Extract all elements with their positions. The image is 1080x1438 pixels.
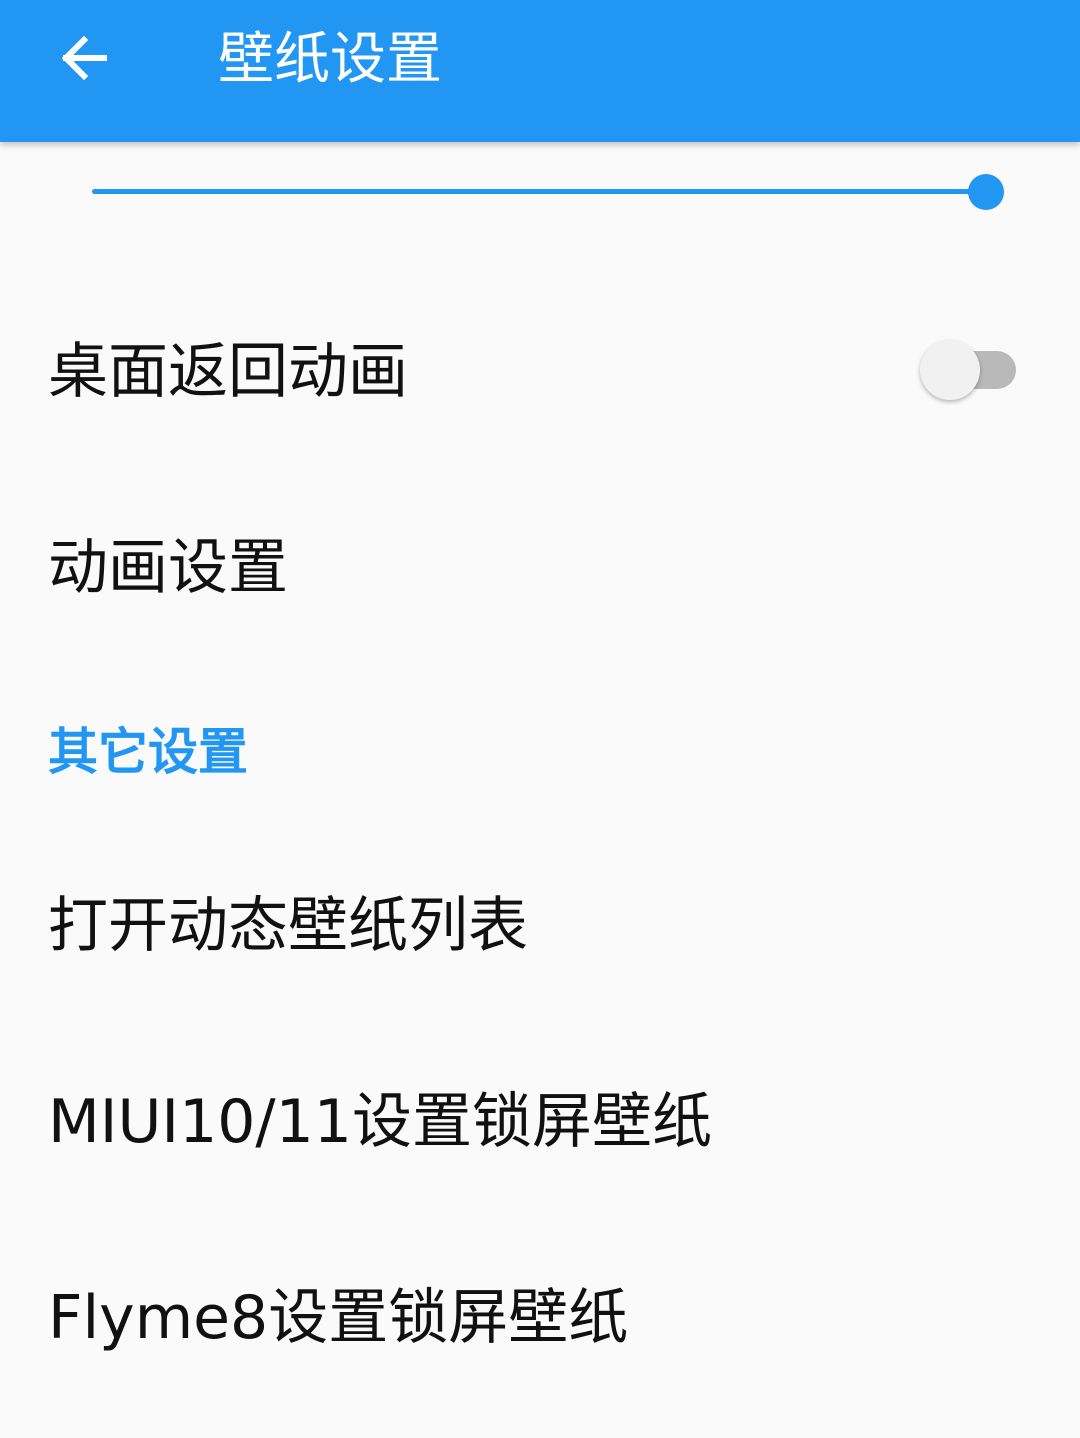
other-settings-header: 其它设置 bbox=[48, 723, 248, 781]
list-item[interactable]: 打开动态壁纸列表 bbox=[0, 876, 1080, 976]
animation-settings-row[interactable]: 动画设置 bbox=[0, 518, 1080, 618]
slider-fill bbox=[92, 189, 986, 194]
page-title: 壁纸设置 bbox=[218, 27, 442, 92]
back-button[interactable] bbox=[40, 14, 128, 102]
slider-thumb[interactable] bbox=[968, 174, 1004, 210]
wallpaper-slider[interactable] bbox=[92, 170, 1004, 214]
list-item[interactable]: MIUI10/11设置锁屏壁纸 bbox=[0, 1072, 1080, 1172]
arrow-left-icon bbox=[56, 30, 112, 86]
flyme-lockscreen-wallpaper-label: Flyme8设置锁屏壁纸 bbox=[48, 1283, 629, 1353]
desktop-return-animation-label: 桌面返回动画 bbox=[48, 337, 408, 407]
desktop-return-animation-switch[interactable] bbox=[918, 338, 1018, 402]
app-bar: 壁纸设置 bbox=[0, 0, 1080, 142]
list-item[interactable]: Flyme8设置锁屏壁纸 bbox=[0, 1268, 1080, 1368]
animation-settings-label: 动画设置 bbox=[48, 533, 288, 603]
switch-thumb bbox=[920, 340, 980, 400]
miui-lockscreen-wallpaper-label: MIUI10/11设置锁屏壁纸 bbox=[48, 1087, 712, 1157]
live-wallpaper-list-label: 打开动态壁纸列表 bbox=[48, 891, 528, 961]
